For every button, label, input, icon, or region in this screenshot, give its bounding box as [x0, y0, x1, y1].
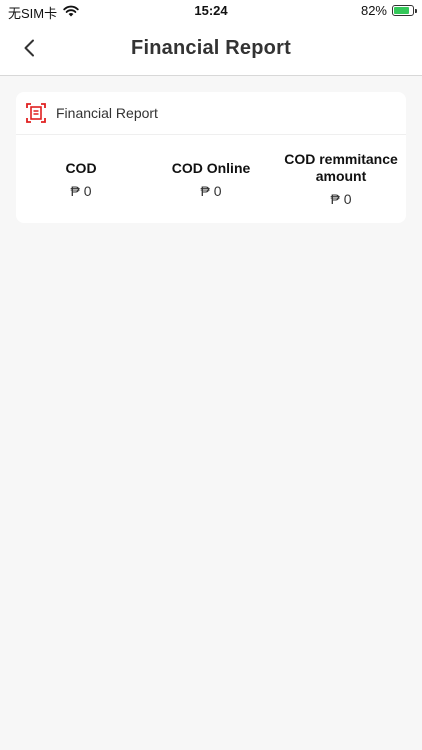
navigation-bar: Financial Report	[0, 24, 422, 76]
page-title: Financial Report	[131, 37, 291, 59]
battery-icon	[392, 5, 417, 16]
receipt-scan-icon	[26, 103, 46, 123]
stat-cod-remittance: COD remmitance amount ₱ 0	[276, 135, 406, 223]
stat-cod: COD ₱ 0	[16, 135, 146, 223]
stat-label: COD remmitance amount	[284, 151, 398, 184]
status-bar: 无SIM卡 15:24 82%	[0, 0, 422, 24]
status-right: 82%	[360, 3, 417, 18]
financial-report-card: Financial Report COD ₱ 0 COD Online ₱ 0 …	[16, 92, 406, 223]
card-header: Financial Report	[16, 92, 406, 135]
status-time: 15:24	[194, 3, 228, 18]
stat-label: COD	[65, 159, 97, 176]
stat-value: ₱ 0	[330, 191, 352, 207]
stat-value: ₱ 0	[200, 182, 222, 199]
battery-percent: 82%	[360, 3, 387, 18]
stat-label: COD Online	[171, 159, 251, 176]
stat-cod-online: COD Online ₱ 0	[146, 135, 276, 223]
battery-fill	[394, 7, 409, 14]
card-title: Financial Report	[56, 105, 158, 121]
stat-value: ₱ 0	[70, 182, 92, 199]
stats-row: COD ₱ 0 COD Online ₱ 0 COD remmitance am…	[16, 135, 406, 223]
